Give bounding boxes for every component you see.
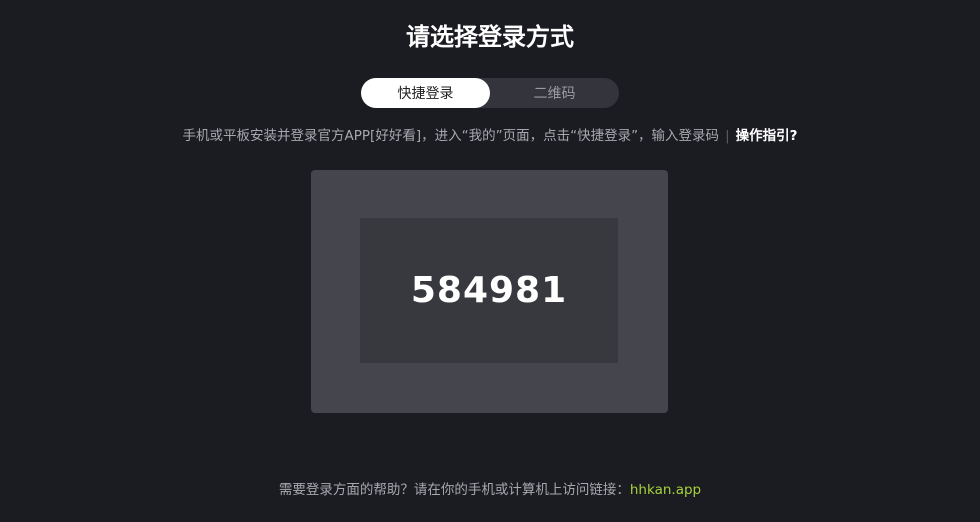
instruction-text: 手机或平板安装并登录官方APP[好好看]，进入“我的”页面，点击“快捷登录”，输… bbox=[182, 128, 720, 144]
login-instruction: 手机或平板安装并登录官方APP[好好看]，进入“我的”页面，点击“快捷登录”，输… bbox=[0, 126, 980, 146]
guide-link[interactable]: 操作指引? bbox=[736, 128, 798, 144]
help-link[interactable]: hhkan.app bbox=[630, 482, 701, 498]
login-code-box: 584981 bbox=[360, 218, 618, 363]
help-text: 需要登录方面的帮助？请在你的手机或计算机上访问链接： bbox=[278, 482, 630, 498]
login-method-tabs: 快捷登录 二维码 bbox=[361, 78, 619, 108]
login-code-panel: 584981 bbox=[311, 170, 668, 413]
tab-quick-login[interactable]: 快捷登录 bbox=[361, 78, 490, 108]
login-code: 584981 bbox=[410, 270, 568, 311]
page-title: 请选择登录方式 bbox=[406, 23, 574, 51]
instruction-separator: | bbox=[725, 128, 730, 144]
tab-qr-code[interactable]: 二维码 bbox=[490, 78, 619, 108]
help-footer: 需要登录方面的帮助？请在你的手机或计算机上访问链接：hhkan.app bbox=[0, 480, 980, 500]
